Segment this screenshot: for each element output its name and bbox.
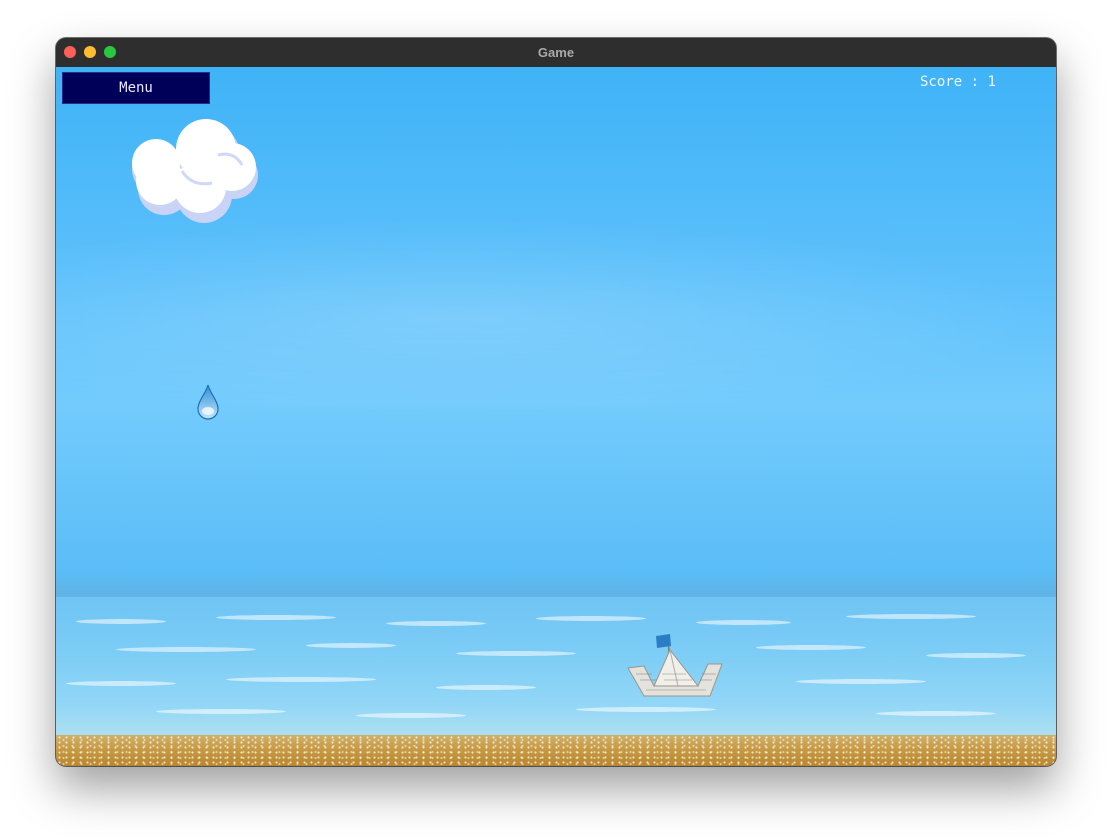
- wave: [456, 651, 576, 656]
- wave: [436, 685, 536, 690]
- sea: [56, 597, 1056, 742]
- wave: [696, 620, 791, 625]
- wave: [216, 615, 336, 620]
- wave: [386, 621, 486, 626]
- wave: [66, 681, 176, 686]
- wave: [536, 616, 646, 621]
- wave: [876, 711, 996, 716]
- score-value: 1: [987, 74, 996, 90]
- wave: [756, 645, 866, 650]
- cloud-icon: [132, 119, 258, 223]
- wave: [356, 713, 466, 718]
- wave: [576, 707, 716, 712]
- wave: [226, 677, 376, 682]
- wave: [116, 647, 256, 652]
- wave: [156, 709, 286, 714]
- score-label: Score: [920, 74, 963, 90]
- sand-beach: [56, 735, 1056, 766]
- wave: [76, 619, 166, 624]
- raindrop-icon: [197, 384, 219, 420]
- wave: [846, 614, 976, 619]
- score-display: Score : 1: [920, 74, 996, 90]
- window-title: Game: [537, 45, 575, 60]
- game-canvas[interactable]: Menu Score : 1: [56, 67, 1056, 766]
- paper-boat-icon: [627, 634, 723, 697]
- wave: [306, 643, 396, 648]
- wave: [926, 653, 1026, 658]
- menu-button[interactable]: Menu: [62, 72, 210, 104]
- game-window: Game Menu Score : 1: [56, 38, 1056, 766]
- score-separator: :: [962, 74, 988, 90]
- wave: [796, 679, 926, 684]
- title-bar: Game: [56, 38, 1056, 68]
